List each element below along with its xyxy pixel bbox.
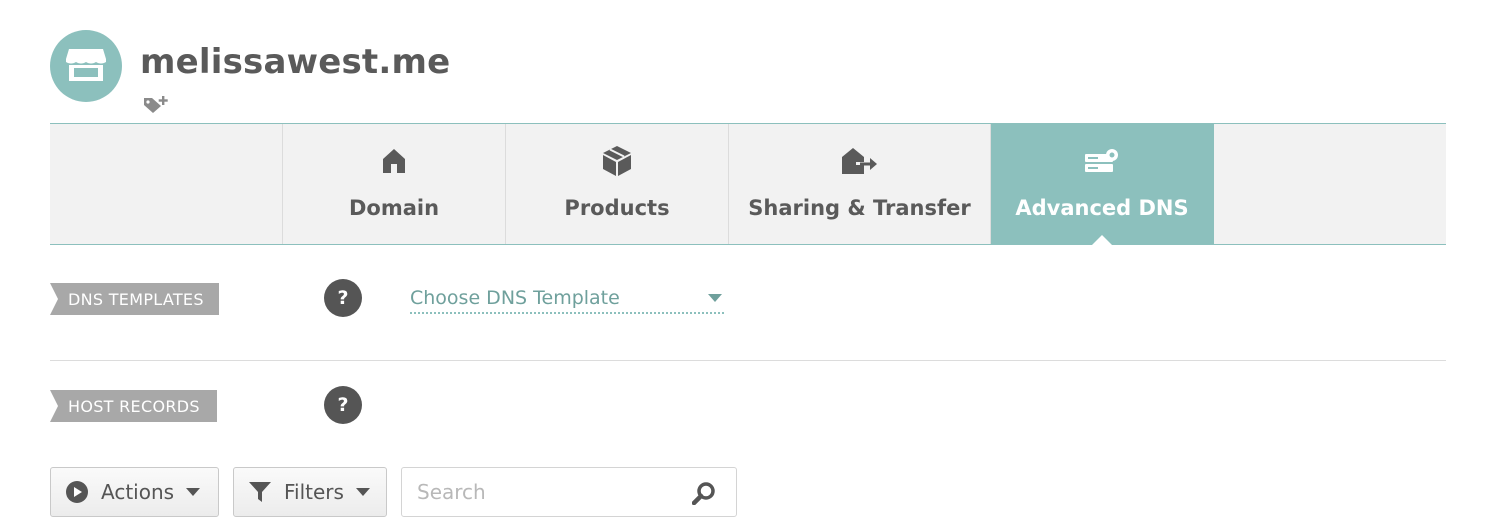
filters-label: Filters [284, 480, 344, 504]
actions-button[interactable]: Actions [50, 467, 219, 517]
domain-avatar [50, 30, 122, 102]
page-title: melissawest.me [140, 42, 451, 82]
dns-templates-label: DNS TEMPLATES [50, 283, 219, 315]
domain-tabs: Domain Products Sharing & Transfer Advan… [50, 123, 1446, 245]
dns-templates-help-button[interactable]: ? [324, 279, 362, 317]
search-input[interactable] [415, 479, 689, 505]
question-icon: ? [337, 287, 349, 309]
tab-advanced-dns[interactable]: Advanced DNS [991, 124, 1214, 245]
tab-label: Advanced DNS [1015, 196, 1189, 220]
tab-label: Products [564, 196, 670, 220]
tag-add-icon[interactable] [142, 94, 170, 114]
domain-header: melissawest.me [50, 30, 850, 120]
home-icon [382, 146, 406, 176]
storefront-icon [66, 47, 106, 85]
question-icon: ? [337, 394, 349, 416]
tab-label: Sharing & Transfer [748, 196, 971, 220]
section-label: HOST RECORDS [68, 396, 200, 416]
tab-sharing-transfer[interactable]: Sharing & Transfer [729, 124, 991, 244]
server-gear-icon [1084, 146, 1120, 176]
section-divider [50, 360, 1446, 361]
host-records-label: HOST RECORDS [50, 390, 217, 422]
actions-label: Actions [101, 480, 175, 504]
filters-button[interactable]: Filters [233, 467, 387, 517]
box-icon [601, 146, 633, 176]
chevron-down-icon [186, 488, 201, 496]
tab-spacer [50, 124, 283, 244]
select-value: Choose DNS Template [410, 287, 620, 309]
search-box [401, 467, 737, 517]
chevron-down-icon [708, 294, 722, 302]
host-records-help-button[interactable]: ? [324, 386, 362, 424]
chevron-down-icon [355, 488, 370, 496]
search-icon[interactable] [691, 481, 716, 509]
tab-domain[interactable]: Domain [283, 124, 506, 244]
dns-template-select[interactable]: Choose DNS Template [410, 284, 724, 314]
section-label: DNS TEMPLATES [68, 289, 204, 309]
play-circle-icon [65, 480, 89, 504]
house-arrow-icon [841, 146, 878, 176]
tab-label: Domain [348, 196, 440, 220]
funnel-icon [248, 480, 272, 504]
tab-products[interactable]: Products [506, 124, 729, 244]
